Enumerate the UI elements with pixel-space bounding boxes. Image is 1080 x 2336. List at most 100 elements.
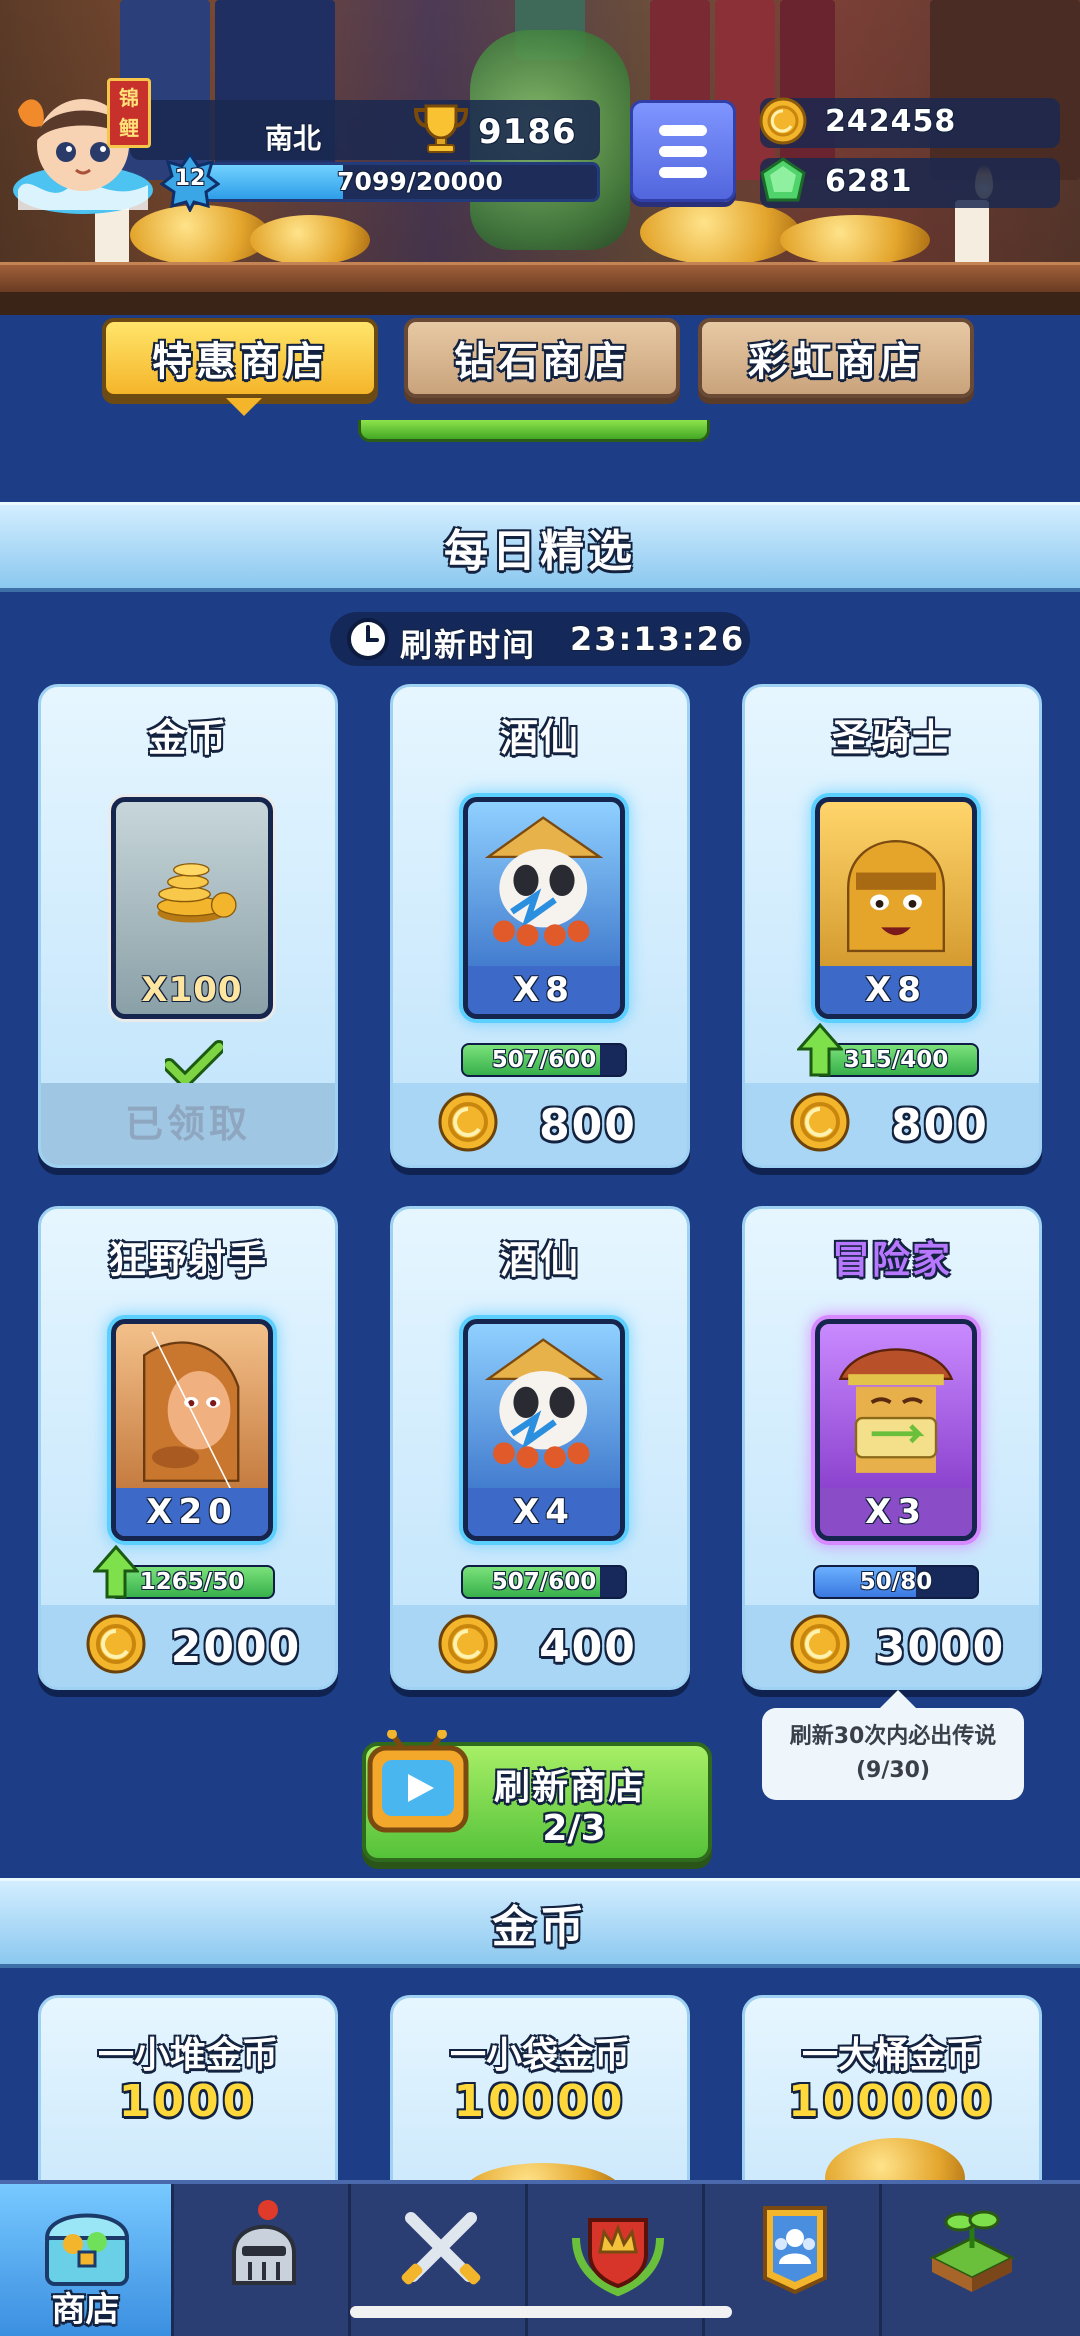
gold-amount: 242458 (825, 104, 957, 139)
home-indicator[interactable] (350, 2306, 732, 2318)
card-quantity: X4 (468, 1488, 620, 1536)
pack-amount: 10000 (453, 2076, 627, 2127)
card-title: 酒仙 (499, 1238, 580, 1282)
refresh-shop-count: 2/3 (542, 1808, 606, 1849)
nav-shop-label: 商店 (51, 2290, 120, 2330)
book-decoration (780, 0, 835, 180)
card-progress-bar: 507/600 (461, 1565, 627, 1599)
card-title: 酒仙 (499, 716, 580, 760)
gem-amount: 6281 (825, 164, 913, 199)
adventurer-portrait: X3 (815, 1319, 977, 1541)
card-quantity: X8 (820, 966, 972, 1014)
tooltip-line-1: 刷新30次内必出传说 (789, 1724, 997, 1749)
shop-card-paladin[interactable]: 圣骑士 X8 315/400 800 (742, 684, 1042, 1168)
card-title: 金币 (147, 716, 228, 760)
crown-shield-icon (572, 2218, 664, 2297)
menu-icon-line (659, 146, 707, 157)
pack-name: 一大桶金币 (801, 2035, 982, 2076)
pack-name: 一小袋金币 (449, 2035, 630, 2076)
card-price: 800 (539, 1100, 637, 1151)
card-progress-bar: 50/80 (813, 1565, 979, 1599)
tab-rainbow-shop[interactable]: 彩虹商店 (698, 318, 974, 398)
player-name: 南北 (265, 122, 322, 155)
shop-card-adventurer[interactable]: 冒险家 X3 50/80 3000 (742, 1206, 1042, 1690)
gold-coin-icon (86, 1614, 146, 1674)
upgrade-arrow-icon (93, 1545, 139, 1599)
nav-heroes[interactable] (177, 2184, 351, 2336)
adventurer-hero-icon (838, 1348, 954, 1473)
gold-coin-icon (790, 1614, 850, 1674)
card-title: 狂野射手 (107, 1238, 268, 1282)
coin-pile-decoration (640, 200, 800, 265)
nav-social[interactable] (708, 2184, 882, 2336)
green-gem-icon (760, 157, 806, 202)
wild-archer-portrait: X20 (111, 1319, 273, 1541)
card-progress-text: 507/600 (491, 1047, 597, 1073)
nav-shop[interactable]: 商店 (0, 2184, 174, 2336)
drunken-master-portrait: X4 (463, 1319, 625, 1541)
gold-coin-icon (438, 1614, 498, 1674)
video-ad-tv-icon (367, 1730, 469, 1833)
shelf-board (0, 262, 1080, 292)
claimed-check-icon (165, 1040, 223, 1088)
tooltip-line-2: (9/30) (855, 1758, 931, 1783)
xp-progress-text: 7099/20000 (337, 167, 503, 196)
card-price: 3000 (874, 1622, 1006, 1673)
menu-icon-line (659, 167, 707, 178)
card-title: 圣骑士 (831, 716, 952, 760)
refresh-time-label: 刷新时间 (400, 626, 537, 664)
koi-badge: 锦鲤 (107, 78, 151, 148)
tab-diamond-shop[interactable]: 钻石商店 (404, 318, 680, 398)
coin-stack-icon (156, 863, 237, 923)
pack-name: 一小堆金币 (97, 2035, 278, 2076)
shelf-board-shadow (0, 292, 1080, 315)
daily-section-title: 每日精选 (444, 526, 636, 577)
gold-section-title: 金币 (492, 1902, 588, 1953)
main-menu-button[interactable] (630, 100, 736, 202)
gold-coins-portrait: X100 (111, 797, 273, 1019)
player-level: 12 (174, 166, 206, 191)
drunken-master-portrait: X8 (463, 797, 625, 1019)
shop-card-drunken-master[interactable]: 酒仙 X8 507/600 800 (390, 684, 690, 1168)
pack-amount: 1000 (118, 2076, 258, 2127)
card-title: 冒险家 (831, 1238, 952, 1282)
clock-icon (347, 618, 389, 660)
gold-coin-icon (438, 1092, 498, 1152)
tab-special-shop[interactable]: 特惠商店 (102, 318, 378, 398)
card-quantity: X8 (468, 966, 620, 1014)
card-price: 400 (539, 1622, 637, 1673)
claimed-label: 已领取 (124, 1102, 251, 1146)
knight-helmet-icon (232, 2200, 296, 2285)
card-progress-text: 507/600 (491, 1569, 597, 1595)
scrolled-button-edge (358, 420, 710, 442)
team-banner-icon (763, 2206, 827, 2295)
pack-amount: 100000 (788, 2076, 996, 2127)
shop-card-gold[interactable]: 金币 X100 已领取 (38, 684, 338, 1168)
card-quantity: X100 (141, 970, 243, 1010)
active-tab-pointer (226, 398, 262, 416)
gold-coin-icon (759, 97, 807, 145)
panda-hero-icon (484, 816, 604, 947)
card-price: 2000 (170, 1622, 302, 1673)
card-price: 800 (891, 1100, 989, 1151)
coin-pile-decoration (250, 215, 370, 265)
xp-progress-bar: 7099/20000 (200, 162, 600, 202)
coin-pile-decoration (780, 215, 930, 265)
paladin-portrait: X8 (815, 797, 977, 1019)
tooltip-arrow (880, 1690, 916, 1708)
nav-garden[interactable] (885, 2184, 1080, 2336)
card-progress-bar: 507/600 (461, 1043, 627, 1077)
shop-card-wild-archer[interactable]: 狂野射手 X20 1265/50 2000 (38, 1206, 338, 1690)
trophy-count: 9186 (478, 112, 577, 152)
menu-icon-line (659, 125, 707, 136)
archer-hero-icon (143, 1331, 240, 1489)
book-decoration (930, 0, 1080, 180)
crossed-swords-icon (401, 2212, 481, 2285)
card-quantity: X20 (116, 1488, 268, 1536)
shop-card-drunken-master-2[interactable]: 酒仙 X4 507/600 400 (390, 1206, 690, 1690)
sprout-island-icon (928, 2210, 1016, 2292)
upgrade-arrow-icon (797, 1023, 843, 1077)
refresh-countdown: 23:13:26 (570, 620, 746, 658)
paladin-hero-icon (847, 840, 945, 953)
gold-coin-icon (790, 1092, 850, 1152)
